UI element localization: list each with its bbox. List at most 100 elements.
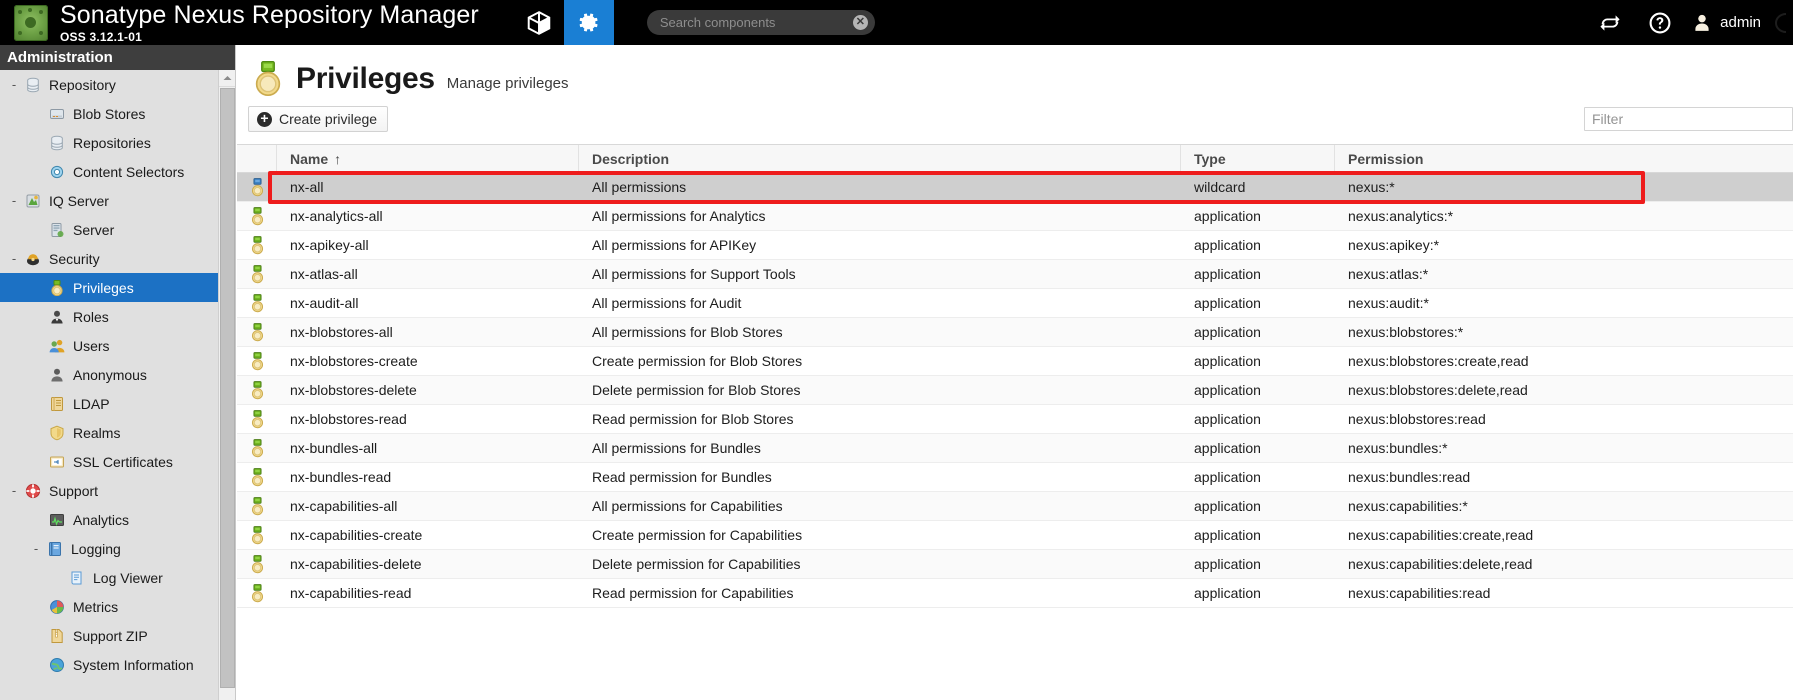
help-button[interactable]: [1635, 0, 1685, 45]
column-header-name[interactable]: Name ↑: [277, 145, 579, 172]
sidebar-item-realms[interactable]: Realms: [0, 418, 235, 447]
row-medal-icon: [237, 293, 277, 313]
cell-name: nx-blobstores-read: [290, 411, 407, 427]
cell-description: Delete permission for Capabilities: [592, 556, 801, 572]
tree-collapse-toggle[interactable]: -: [6, 193, 22, 208]
table-row[interactable]: nx-bundles-all All permissions for Bundle…: [237, 434, 1793, 463]
sidebar-item-privileges[interactable]: Privileges: [0, 273, 235, 302]
cell-name: nx-capabilities-all: [290, 498, 398, 514]
sidebar-item-label: Users: [73, 337, 110, 354]
realms-icon: [46, 424, 68, 442]
sidebar-item-ldap[interactable]: LDAP: [0, 389, 235, 418]
table-row[interactable]: nx-blobstores-all All permissions for Blo…: [237, 318, 1793, 347]
scroll-thumb[interactable]: [220, 88, 235, 688]
medal-icon: [251, 264, 263, 283]
cell-description: All permissions for Blob Stores: [592, 324, 783, 340]
filter-input[interactable]: [1584, 107, 1793, 131]
sidebar-item-repository[interactable]: - Repository: [0, 70, 235, 99]
sidebar-item-metrics[interactable]: Metrics: [0, 592, 235, 621]
privileges-grid: Name ↑ Description Type Permission nx-al…: [237, 144, 1793, 608]
cell-permission: nexus:blobstores:create,read: [1348, 353, 1529, 369]
app-title: Sonatype Nexus Repository Manager: [60, 0, 479, 29]
column-header-icon[interactable]: [237, 145, 277, 172]
user-menu[interactable]: admin: [1685, 12, 1773, 34]
refresh-icon: [1600, 14, 1620, 31]
table-row[interactable]: nx-atlas-all All permissions for Support …: [237, 260, 1793, 289]
sidebar-scrollbar[interactable]: [218, 70, 235, 700]
cell-type: application: [1194, 585, 1261, 601]
avatar: [1695, 14, 1709, 31]
sidebar-item-iq-server[interactable]: - IQ Server: [0, 186, 235, 215]
sidebar-item-label: IQ Server: [49, 192, 109, 209]
table-row[interactable]: nx-blobstores-delete Delete permission fo…: [237, 376, 1793, 405]
table-row[interactable]: nx-audit-all All permissions for Audit app…: [237, 289, 1793, 318]
table-row[interactable]: nx-capabilities-all All permissions for C…: [237, 492, 1793, 521]
table-row[interactable]: nx-all All permissions wildcard nexus:*: [237, 173, 1793, 202]
search-input[interactable]: [646, 15, 875, 30]
sidebar-item-support-zip[interactable]: Support ZIP: [0, 621, 235, 650]
create-privilege-button[interactable]: + Create privilege: [248, 106, 389, 132]
cell-name: nx-blobstores-create: [290, 353, 418, 369]
cell-permission: nexus:bundles:read: [1348, 469, 1471, 485]
sidebar-item-roles[interactable]: Roles: [0, 302, 235, 331]
refresh-button[interactable]: [1585, 0, 1635, 45]
iq-server-icon: [22, 192, 44, 210]
cell-description: All permissions for Analytics: [592, 208, 766, 224]
cell-name: nx-blobstores-delete: [290, 382, 417, 398]
cell-name: nx-apikey-all: [290, 237, 369, 253]
sidebar-item-blob-stores[interactable]: Blob Stores: [0, 99, 235, 128]
sidebar-item-system-information[interactable]: System Information: [0, 650, 235, 679]
sidebar-item-log-viewer[interactable]: Log Viewer: [0, 563, 235, 592]
cell-name: nx-capabilities-delete: [290, 556, 422, 572]
table-row[interactable]: nx-apikey-all All permissions for APIKey a…: [237, 231, 1793, 260]
sidebar-item-label: Roles: [73, 308, 109, 325]
table-row[interactable]: nx-capabilities-create Create permission …: [237, 521, 1793, 550]
column-header-permission-label: Permission: [1348, 150, 1424, 167]
row-medal-icon: [237, 235, 277, 255]
table-row[interactable]: nx-capabilities-delete Delete permission …: [237, 550, 1793, 579]
cell-permission: nexus:blobstores:*: [1348, 324, 1464, 340]
cell-description: All permissions for APIKey: [592, 237, 757, 253]
brand-block[interactable]: Sonatype Nexus Repository Manager OSS 3.…: [0, 0, 479, 45]
tree-collapse-toggle[interactable]: -: [6, 251, 22, 266]
search-box[interactable]: ✕: [646, 10, 875, 35]
cell-permission: nexus:capabilities:read: [1348, 585, 1491, 601]
sidebar-item-repositories[interactable]: Repositories: [0, 128, 235, 157]
column-header-type[interactable]: Type: [1181, 145, 1335, 172]
server-icon: [46, 221, 68, 239]
medal-icon: [251, 206, 263, 225]
sidebar-item-label: System Information: [73, 656, 194, 673]
table-row[interactable]: nx-bundles-read Read permission for Bundl…: [237, 463, 1793, 492]
cell-description: All permissions for Support Tools: [592, 266, 796, 282]
tree-collapse-toggle[interactable]: -: [6, 483, 22, 498]
table-row[interactable]: nx-capabilities-read Read permission for …: [237, 579, 1793, 608]
row-medal-icon: [237, 380, 277, 400]
sidebar-item-label: Blob Stores: [73, 105, 146, 122]
sidebar-item-content-selectors[interactable]: Content Selectors: [0, 157, 235, 186]
sidebar-item-logging[interactable]: - Logging: [0, 534, 235, 563]
page-header: Privileges Manage privileges: [237, 45, 1793, 101]
lifebuoy-icon: [22, 482, 44, 500]
table-row[interactable]: nx-blobstores-create Create permission fo…: [237, 347, 1793, 376]
sidebar-item-users[interactable]: Users: [0, 331, 235, 360]
sidebar-item-anonymous[interactable]: Anonymous: [0, 360, 235, 389]
tree-collapse-toggle[interactable]: -: [6, 77, 22, 92]
column-header-permission[interactable]: Permission: [1335, 145, 1793, 172]
table-row[interactable]: nx-blobstores-read Read permission for Bl…: [237, 405, 1793, 434]
sidebar-item-ssl-certificates[interactable]: SSL Certificates: [0, 447, 235, 476]
nexus-logo-icon: [14, 4, 48, 41]
sidebar-item-analytics[interactable]: Analytics: [0, 505, 235, 534]
metrics-icon: [46, 598, 68, 616]
tree-collapse-toggle[interactable]: -: [28, 541, 44, 556]
scroll-up-icon[interactable]: [219, 70, 235, 87]
sidebar-item-security[interactable]: - Security: [0, 244, 235, 273]
sidebar-item-support[interactable]: - Support: [0, 476, 235, 505]
browse-button[interactable]: [514, 0, 564, 45]
clear-search-icon[interactable]: ✕: [852, 15, 868, 30]
table-row[interactable]: nx-analytics-all All permissions for Anal…: [237, 202, 1793, 231]
administration-button[interactable]: [563, 0, 614, 55]
right-edge-partial-icon[interactable]: [1773, 0, 1789, 45]
sidebar-item-server[interactable]: Server: [0, 215, 235, 244]
column-header-description-label: Description: [592, 150, 670, 167]
column-header-description[interactable]: Description: [579, 145, 1181, 172]
